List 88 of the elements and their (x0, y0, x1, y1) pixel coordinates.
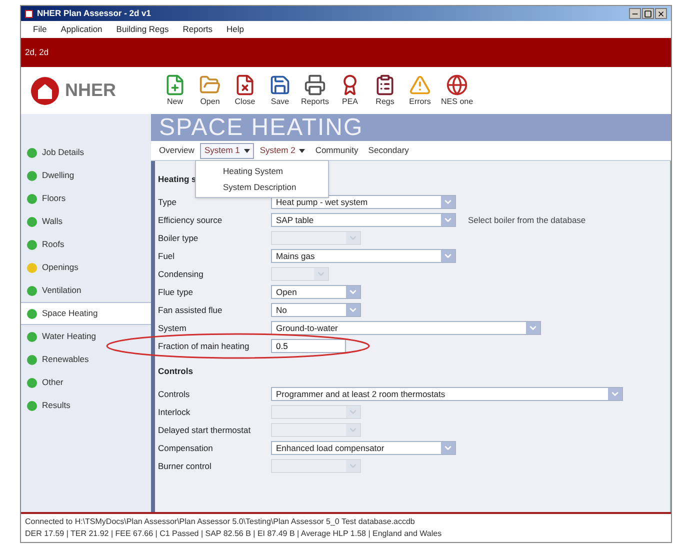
field-label: Burner control (158, 460, 212, 472)
field-label: Condensing (158, 268, 204, 280)
sidebar-item[interactable]: Space Heating (21, 302, 151, 325)
menu-option[interactable]: System Description (196, 179, 328, 195)
toolbar-button[interactable]: Save (266, 74, 294, 108)
close-icon (657, 10, 665, 18)
sidebar-item[interactable]: Dwelling (21, 164, 151, 187)
field-label: Compensation (158, 442, 214, 454)
status-text: DER 17.59 | TER 21.92 | FEE 67.66 | C1 Passed | SAP 82.56 B | EI 87.49 B | Average HLP 1.58 | England and Wales (25, 528, 443, 540)
dropdown-field[interactable]: Heat pump - wet system (271, 195, 456, 209)
toolbar-button[interactable]: New (161, 74, 189, 108)
menu-item[interactable]: Help (226, 23, 244, 36)
file-x-icon (234, 74, 256, 96)
close-button[interactable] (655, 8, 667, 19)
globe-icon (446, 74, 468, 96)
tab[interactable]: System 1 (200, 142, 254, 158)
dropdown-field[interactable]: No (271, 303, 361, 317)
tab[interactable]: Overview (155, 142, 198, 158)
chevron-down-icon (443, 251, 453, 261)
chevron-down-icon (528, 323, 538, 333)
caret-icon (244, 148, 250, 152)
sidebar-item[interactable]: Roofs (21, 233, 151, 256)
field-label: Delayed start thermostat (158, 424, 252, 436)
clipboard-icon (374, 74, 396, 96)
caret-icon (299, 148, 306, 152)
dropdown-field[interactable]: SAP table (271, 213, 456, 227)
app-icon (25, 10, 33, 18)
maximize-button[interactable] (642, 8, 654, 19)
field-label: Boiler type (158, 232, 200, 244)
field-note: Select boiler from the database (468, 214, 586, 226)
sidebar-item[interactable]: Openings (21, 256, 151, 279)
file-plus-icon (164, 74, 186, 96)
chevron-down-icon (348, 233, 358, 243)
logo-text: NHER (65, 79, 116, 102)
sidebar-item[interactable]: Job Details (21, 141, 151, 164)
section-heading: Controls (158, 364, 193, 378)
chevron-down-icon (443, 443, 453, 453)
field-label: System (158, 322, 188, 334)
sidebar-item[interactable]: Floors (21, 187, 151, 210)
chevron-down-icon (610, 389, 620, 399)
field-label: Type (158, 196, 178, 208)
sidebar-item[interactable]: Water Heating (21, 325, 151, 348)
window-title: NHER Plan Assessor - 2d v1 (37, 7, 152, 20)
menu-item[interactable]: Building Regs (116, 23, 169, 36)
menu-item[interactable]: File (33, 23, 47, 36)
field-label: Efficiency source (158, 214, 224, 226)
minimize-button[interactable] (629, 8, 641, 19)
toolbar-button[interactable]: Close (231, 74, 259, 108)
toolbar-button[interactable]: Errors (406, 74, 434, 108)
field-label: Fuel (158, 250, 176, 262)
save-icon (269, 74, 291, 96)
dropdown-field[interactable]: Programmer and at least 2 room thermostats (271, 387, 623, 401)
sidebar-item[interactable]: Walls (21, 210, 151, 233)
page-title: SPACE HEATING (159, 115, 364, 141)
status-text: Connected to H:\TSMyDocs\Plan Assessor\Plan Assessor 5.0\Testing\Plan Assessor 5_0 Test database.accdb (25, 516, 416, 528)
maximize-icon (644, 10, 652, 18)
dropdown-field[interactable]: Enhanced load compensator (271, 441, 456, 455)
tab[interactable]: Community (311, 142, 362, 158)
toolbar-button[interactable]: Regs (371, 74, 400, 108)
toolbar-button[interactable]: Open (196, 74, 224, 108)
field-label: Interlock (158, 406, 192, 418)
menu-option[interactable]: Heating System (196, 163, 328, 179)
tab[interactable]: Secondary (364, 142, 413, 158)
field-label: Flue type (158, 286, 194, 298)
toolbar-button[interactable]: PEA (336, 74, 364, 108)
chevron-down-icon (348, 461, 358, 471)
sidebar-item[interactable]: Other (21, 371, 151, 394)
menu-item[interactable]: Application (60, 23, 102, 36)
printer-icon (304, 74, 326, 96)
dropdown-field[interactable]: Mains gas (271, 249, 456, 263)
folder-icon (199, 74, 221, 96)
field-label: Fan assisted flue (158, 304, 224, 316)
field-label: Fraction of main heating (158, 340, 250, 352)
sidebar-item[interactable]: Renewables (21, 348, 151, 371)
breadcrumb: 2d, 2d (25, 46, 49, 59)
input-field[interactable]: 0.5 (271, 339, 346, 353)
menu-item[interactable]: Reports (182, 23, 213, 36)
sidebar-item[interactable]: Results (21, 394, 151, 417)
dropdown-field[interactable]: Open (271, 285, 361, 299)
sidebar-item[interactable]: Ventilation (21, 279, 151, 302)
dropdown-field[interactable]: Ground-to-water (271, 321, 541, 335)
field-label: Controls (158, 388, 191, 400)
tab[interactable]: System 2 (256, 142, 310, 158)
toolbar-button[interactable]: Reports (301, 74, 330, 108)
warning-icon (409, 74, 432, 96)
logo-icon (29, 74, 61, 106)
toolbar-button[interactable]: NES one (441, 74, 474, 108)
chevron-down-icon (316, 269, 326, 279)
